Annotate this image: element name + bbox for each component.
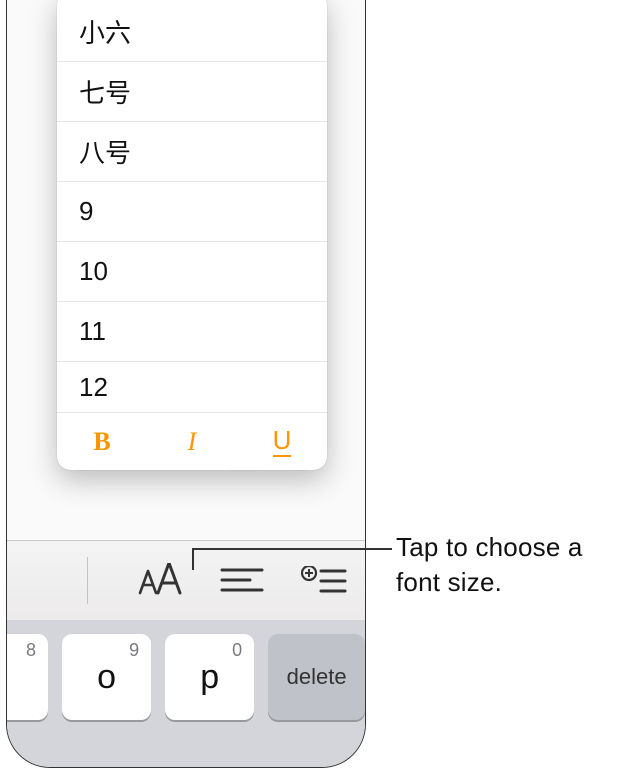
callout-text: Tap to choose a font size. [396, 530, 616, 600]
popover-arrow [232, 468, 260, 470]
italic-button[interactable]: I [147, 413, 237, 470]
font-size-option[interactable]: 10 [57, 242, 327, 302]
key-hint: 8 [26, 640, 36, 661]
key-p[interactable]: 0 p [165, 634, 254, 720]
font-icon [136, 563, 184, 599]
font-size-option[interactable]: 11 [57, 302, 327, 362]
font-size-popover: 小六 七号 八号 9 10 11 12 B I U [57, 0, 327, 470]
bold-button[interactable]: B [57, 413, 147, 470]
font-size-button[interactable] [129, 556, 191, 606]
key-hint: 0 [232, 640, 242, 661]
font-size-option[interactable]: 小六 [57, 2, 327, 62]
delete-key[interactable]: delete [268, 634, 365, 720]
device-frame: 小六 七号 八号 9 10 11 12 B I U [6, 0, 366, 768]
font-size-option[interactable]: 9 [57, 182, 327, 242]
font-size-option[interactable]: 七号 [57, 62, 327, 122]
alignment-button[interactable] [211, 556, 273, 606]
key-letter: p [200, 658, 219, 697]
list-insert-button[interactable] [293, 556, 355, 606]
text-style-row: B I U [57, 412, 327, 470]
delete-label: delete [287, 664, 347, 690]
format-toolbar [7, 540, 365, 620]
alignment-icon [220, 566, 264, 596]
key-letter: o [97, 658, 116, 697]
list-plus-icon [301, 566, 347, 596]
underline-button[interactable]: U [237, 413, 327, 470]
key-i[interactable]: 8 [6, 634, 48, 720]
font-size-list[interactable]: 小六 七号 八号 9 10 11 12 [57, 0, 327, 412]
callout-leader [192, 548, 194, 570]
divider [87, 557, 88, 604]
key-hint: 9 [129, 640, 139, 661]
keyboard: 8 9 o 0 p delete [7, 620, 365, 767]
callout-leader [192, 548, 392, 550]
font-size-option[interactable]: 12 [57, 362, 327, 412]
key-o[interactable]: 9 o [62, 634, 151, 720]
font-size-option[interactable]: 八号 [57, 122, 327, 182]
